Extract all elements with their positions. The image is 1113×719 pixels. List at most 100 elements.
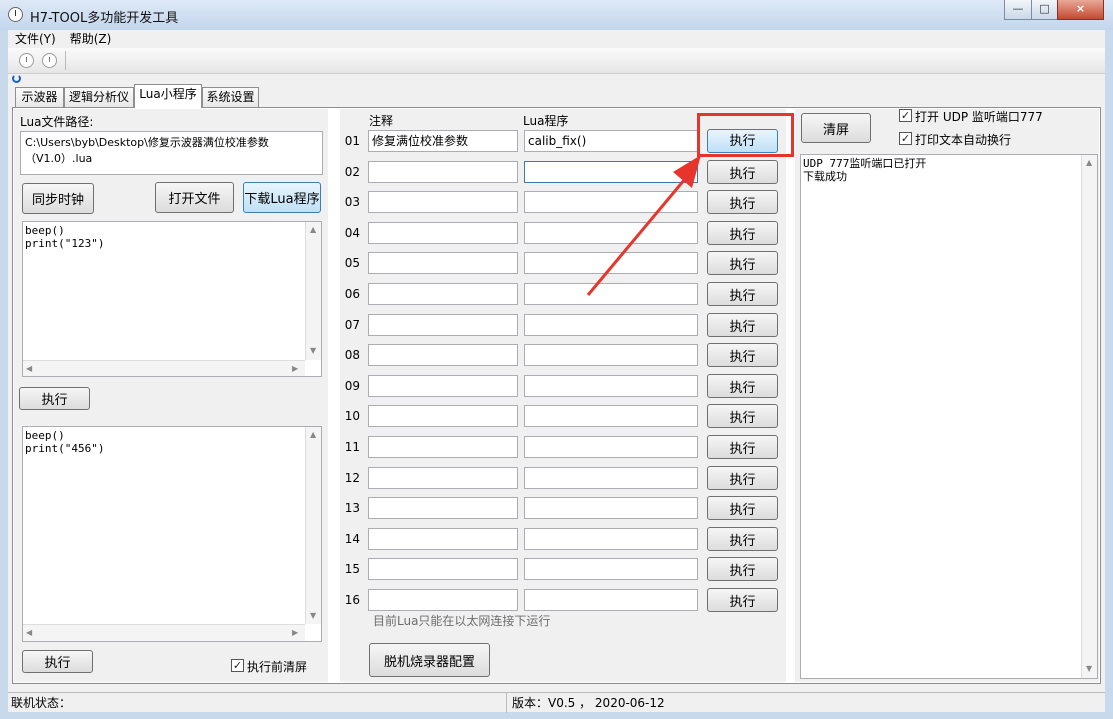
menu-bar: 文件(Y) 帮助(Z)	[8, 30, 1105, 48]
note-input[interactable]	[368, 161, 518, 183]
toolbar-clock-icon-2[interactable]	[42, 53, 57, 68]
toolbar-separator	[65, 51, 66, 70]
version-label: 版本：V0.5 ， 2020-06-12	[512, 696, 665, 710]
sync-clock-button[interactable]: 同步时钟	[22, 183, 94, 214]
row-number: 16	[344, 593, 360, 607]
script2-vscrollbar[interactable]: ▲ ▼	[305, 427, 321, 624]
row-number: 08	[344, 348, 360, 362]
close-button[interactable]: ×	[1057, 0, 1104, 20]
lua-program-input[interactable]	[524, 467, 698, 489]
note-input[interactable]	[368, 375, 518, 397]
note-input[interactable]	[368, 436, 518, 458]
script1-hscrollbar[interactable]: ◀ ▶	[23, 360, 305, 376]
row-number: 04	[344, 226, 360, 240]
status-bar: 联机状态： 版本：V0.5 ， 2020-06-12	[8, 692, 1105, 713]
run-row-button[interactable]: 执行	[707, 221, 778, 245]
run-script2-button[interactable]: 执行	[22, 650, 93, 673]
run-row-button[interactable]: 执行	[707, 313, 778, 337]
busy-indicator-icon	[12, 74, 21, 83]
lua-program-input[interactable]	[524, 314, 698, 336]
lua-path-label: Lua文件路径:	[20, 115, 94, 129]
run-row-button[interactable]: 执行	[707, 496, 778, 520]
note-input[interactable]	[368, 497, 518, 519]
row-number: 09	[344, 379, 360, 393]
run-row-button[interactable]: 执行	[707, 343, 778, 367]
clear-before-run-checkbox[interactable]: ✓	[231, 659, 244, 672]
row-number: 07	[344, 318, 360, 332]
tab-lua[interactable]: Lua小程序	[134, 84, 202, 108]
row-number: 03	[344, 195, 360, 209]
udp-listen-checkbox[interactable]: ✓	[899, 109, 912, 122]
note-input[interactable]	[368, 405, 518, 427]
run-row-button[interactable]: 执行	[707, 160, 778, 184]
menu-help[interactable]: 帮助(Z)	[63, 30, 119, 49]
open-file-button[interactable]: 打开文件	[155, 182, 234, 213]
run-row-button[interactable]: 执行	[707, 557, 778, 581]
note-input[interactable]	[368, 558, 518, 580]
lua-program-input[interactable]	[524, 497, 698, 519]
output-vscrollbar[interactable]: ▲ ▼	[1081, 155, 1097, 678]
note-input[interactable]	[368, 252, 518, 274]
note-input[interactable]	[368, 344, 518, 366]
lua-program-input[interactable]	[524, 436, 698, 458]
run-row-button[interactable]: 执行	[707, 466, 778, 490]
column-note-header: 注释	[369, 114, 394, 128]
script-editor-2[interactable]: beep() print("456")	[22, 426, 322, 642]
note-input[interactable]	[368, 222, 518, 244]
run-row-button[interactable]: 执行	[707, 374, 778, 398]
run-row-button[interactable]: 执行	[707, 435, 778, 459]
run-row-button[interactable]: 执行	[707, 190, 778, 214]
note-input[interactable]	[368, 589, 518, 611]
column-lua-header: Lua程序	[523, 114, 569, 128]
lua-program-input[interactable]	[524, 344, 698, 366]
lua-program-input[interactable]	[524, 528, 698, 550]
row-number: 06	[344, 287, 360, 301]
udp-listen-label: 打开 UDP 监听端口777	[915, 110, 1043, 124]
minimize-button[interactable]: —	[1004, 0, 1032, 20]
auto-wrap-checkbox[interactable]: ✓	[899, 132, 912, 145]
run-row-button[interactable]: 执行	[707, 588, 778, 612]
tab-logic-analyzer[interactable]: 逻辑分析仪	[64, 87, 134, 107]
output-console[interactable]: UDP 777监听端口已打开 下载成功	[800, 154, 1098, 679]
row-number: 12	[344, 471, 360, 485]
run-row-button[interactable]: 执行	[707, 251, 778, 275]
row-number: 13	[344, 501, 360, 515]
row-number: 10	[344, 409, 360, 423]
run-row-button[interactable]: 执行	[707, 527, 778, 551]
maximize-button[interactable]: □	[1031, 0, 1058, 20]
tab-settings[interactable]: 系统设置	[202, 87, 259, 107]
clear-screen-button[interactable]: 清屏	[801, 113, 871, 143]
script1-vscrollbar[interactable]: ▲ ▼	[305, 222, 321, 360]
note-input[interactable]	[368, 283, 518, 305]
menu-file[interactable]: 文件(Y)	[8, 30, 63, 49]
window-title: H7-TOOL多功能开发工具	[30, 11, 179, 26]
lua-program-input[interactable]	[524, 405, 698, 427]
note-input[interactable]	[368, 314, 518, 336]
toolbar-clock-icon[interactable]	[19, 53, 34, 68]
script-editor-1[interactable]: beep() print("123")	[22, 221, 322, 377]
script2-hscrollbar[interactable]: ◀ ▶	[23, 624, 305, 641]
run-row-button[interactable]: 执行	[707, 282, 778, 306]
offline-programmer-config-button[interactable]: 脱机烧录器配置	[369, 643, 490, 677]
note-input[interactable]: 修复满位校准参数	[368, 130, 518, 152]
lua-program-input[interactable]	[524, 589, 698, 611]
auto-wrap-label: 打印文本自动换行	[915, 133, 1012, 147]
annotation-highlight-box	[697, 113, 794, 157]
run-row-button[interactable]: 执行	[707, 404, 778, 428]
toolbar	[8, 48, 1105, 74]
tab-oscilloscope[interactable]: 示波器	[15, 87, 64, 107]
run-script1-button[interactable]: 执行	[19, 387, 90, 410]
row-number: 11	[344, 440, 360, 454]
download-lua-button[interactable]: 下载Lua程序	[243, 182, 321, 213]
lua-program-input[interactable]	[524, 375, 698, 397]
row-number: 15	[344, 562, 360, 576]
connection-status: 联机状态：	[11, 696, 72, 710]
note-input[interactable]	[368, 467, 518, 489]
app-clock-icon	[8, 7, 23, 22]
note-input[interactable]	[368, 528, 518, 550]
lua-path-field[interactable]: C:\Users\byb\Desktop\修复示波器满位校准参数 （V1.0）.…	[20, 131, 323, 175]
row-number: 02	[344, 165, 360, 179]
note-input[interactable]	[368, 191, 518, 213]
row-number: 14	[344, 532, 360, 546]
lua-program-input[interactable]	[524, 558, 698, 580]
